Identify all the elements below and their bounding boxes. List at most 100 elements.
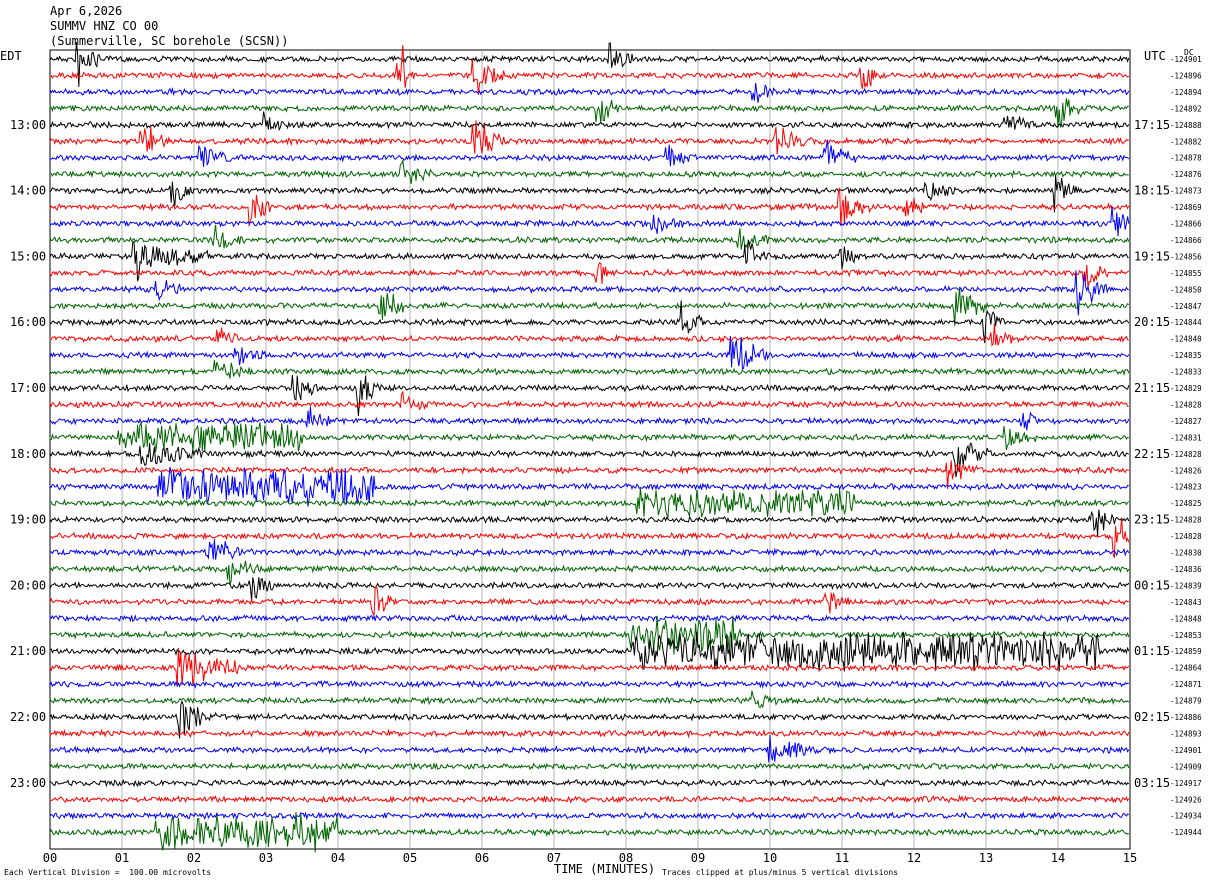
seismic-trace-1 (49, 45, 1130, 95)
right-hour-label: 19:15 (1134, 249, 1170, 263)
dc-offset-label: -124882 (1170, 137, 1202, 146)
dc-offset-label: -124864 (1170, 664, 1202, 673)
dc-offset-label: -124840 (1170, 335, 1202, 344)
seismic-trace-34 (49, 613, 1130, 623)
right-hour-label: 00:15 (1134, 578, 1170, 592)
dc-offset-label: -124843 (1170, 598, 1202, 607)
dc-offset-label: -124866 (1170, 220, 1202, 229)
seismic-trace-33 (49, 584, 1130, 616)
seismic-trace-6 (49, 139, 1130, 167)
dc-offset-label: -124828 (1170, 450, 1202, 459)
plot-frame (49, 49, 1131, 850)
left-hour-label: 18:00 (10, 447, 46, 461)
right-hour-label: 03:15 (1134, 776, 1170, 790)
seismic-trace-14 (49, 270, 1129, 316)
seismic-trace-37 (49, 647, 1130, 688)
x-tick-label: 03 (259, 851, 273, 865)
x-axis-title: TIME (MINUTES) (554, 862, 656, 876)
seismic-trace-28 (49, 509, 1130, 537)
dc-offset-label: -124876 (1170, 170, 1202, 179)
x-tick-label: 01 (115, 851, 129, 865)
right-hour-label: 20:15 (1134, 315, 1170, 329)
dc-offset-label: -124878 (1170, 154, 1202, 163)
dc-offset-label: -124869 (1170, 203, 1202, 212)
dc-offset-label: -124894 (1170, 88, 1202, 97)
x-tick-label: 15 (1123, 851, 1137, 865)
x-tick-label: 05 (403, 851, 417, 865)
left-hour-label: 19:00 (10, 513, 46, 527)
x-tick-label: 14 (1051, 851, 1065, 865)
seismic-trace-26 (49, 466, 1129, 507)
helicorder-plot: -124901 -124896 -124894 -124892 -124888 -1248… (10, 42, 1202, 865)
dc-offset-label: -124847 (1170, 302, 1202, 311)
dc-offset-label: -124866 (1170, 236, 1202, 245)
dc-offset-label: -124829 (1170, 384, 1202, 393)
x-tick-label: 10 (763, 851, 777, 865)
dc-offset-label: -124825 (1170, 499, 1202, 508)
dc-offset-label: -124917 (1170, 779, 1202, 788)
right-hour-label: 01:15 (1134, 644, 1170, 658)
right-hour-label: 23:15 (1134, 513, 1170, 527)
seismic-trace-11 (49, 225, 1130, 250)
left-hour-label: 16:00 (10, 315, 46, 329)
dc-offset-label: -124896 (1170, 71, 1202, 80)
dc-offset-label: -124856 (1170, 252, 1202, 261)
seismic-trace-43 (49, 761, 1130, 772)
seismic-trace-18 (49, 335, 1130, 371)
seismic-trace-0 (49, 42, 1130, 87)
dc-offset-label: -124909 (1170, 762, 1202, 771)
dc-offset-label: -124853 (1170, 631, 1202, 640)
seismic-trace-36 (49, 631, 1130, 672)
x-tick-label: 02 (187, 851, 201, 865)
dc-offset-label: -124893 (1170, 729, 1202, 738)
dc-offset-label: -124844 (1170, 318, 1202, 327)
seismic-trace-45 (49, 794, 1130, 804)
left-hour-label: 15:00 (10, 249, 46, 263)
seismic-trace-15 (49, 286, 1130, 326)
dc-offset-label: -124823 (1170, 483, 1202, 492)
dc-offset-label: -124828 (1170, 532, 1202, 541)
dc-offset-label: -124944 (1170, 828, 1202, 837)
seismic-trace-20 (49, 374, 1130, 416)
seismic-trace-42 (49, 734, 1130, 763)
seismic-trace-17 (49, 323, 1129, 347)
seismic-trace-10 (49, 206, 1130, 237)
seismic-trace-31 (49, 560, 1130, 586)
dc-offset-label: -124839 (1170, 581, 1202, 590)
seismic-trace-30 (49, 539, 1130, 560)
right-hour-label: 18:15 (1134, 184, 1170, 198)
dc-offset-label: -124871 (1170, 680, 1202, 689)
x-tick-label: 11 (835, 851, 849, 865)
seismic-trace-27 (49, 487, 1130, 520)
seismic-trace-13 (49, 261, 1130, 288)
dc-offset-label: -124828 (1170, 400, 1202, 409)
dc-offset-label: -124827 (1170, 417, 1202, 426)
x-tick-label: 04 (331, 851, 345, 865)
seismic-trace-41 (49, 728, 1130, 739)
seismic-trace-32 (49, 577, 1130, 602)
seismic-trace-4 (49, 111, 1130, 132)
dc-offset-label: -124848 (1170, 614, 1202, 623)
dc-offset-label: -124855 (1170, 269, 1202, 278)
left-hour-label: 14:00 (10, 184, 46, 198)
x-tick-label: 06 (475, 851, 489, 865)
right-hour-label: 21:15 (1134, 381, 1170, 395)
seismic-trace-46 (49, 811, 1130, 821)
clip-note: Traces clipped at plus/minus 5 vertical … (662, 868, 899, 877)
dc-offset-label: -124836 (1170, 565, 1202, 574)
dc-offset-label: -124835 (1170, 351, 1202, 360)
left-hour-label: 17:00 (10, 381, 46, 395)
dc-offset-label: -124873 (1170, 187, 1202, 196)
dc-offset-label: -124826 (1170, 466, 1202, 475)
x-tick-label: 12 (907, 851, 921, 865)
seismic-trace-38 (49, 679, 1130, 689)
right-hour-label: 02:15 (1134, 710, 1170, 724)
seismic-trace-40 (49, 699, 1130, 739)
dc-offset-label: -124850 (1170, 285, 1202, 294)
scale-note: Each Vertical Division = 100.00 microvol… (4, 868, 212, 877)
left-hour-label: 21:00 (10, 644, 46, 658)
left-hour-label: 23:00 (10, 776, 46, 790)
dc-offset-label: -124901 (1170, 55, 1202, 64)
dc-offset-label: -124892 (1170, 104, 1202, 113)
seismic-trace-7 (49, 160, 1129, 184)
